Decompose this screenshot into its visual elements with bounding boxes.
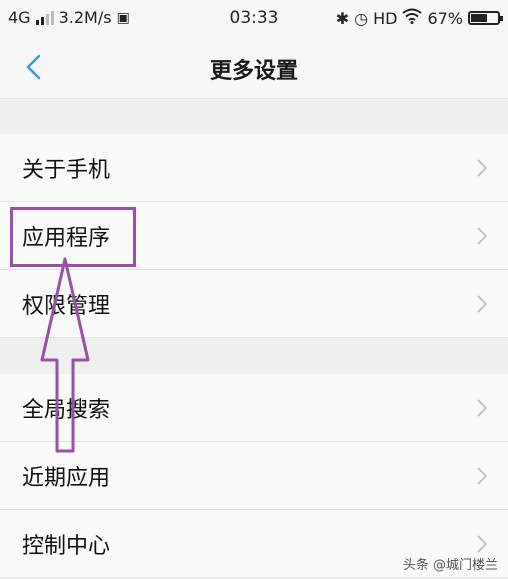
wifi-icon: [402, 8, 423, 28]
list-item-label: 权限管理: [22, 294, 111, 319]
alarm-icon: ◷: [354, 8, 369, 28]
battery-percent: 67%: [427, 8, 463, 28]
section-divider: [0, 99, 508, 134]
list-item-permissions[interactable]: 权限管理: [0, 270, 508, 338]
bluetooth-icon: ✱: [335, 8, 350, 28]
hd-label: HD: [373, 8, 398, 28]
list-item-label: 关于手机: [22, 158, 111, 183]
chevron-right-icon: [477, 535, 488, 553]
list-item-global-search[interactable]: 全局搜索: [0, 374, 508, 442]
watermark: 头条 @城门楼兰: [402, 558, 498, 573]
list-item-label: 应用程序: [22, 226, 111, 251]
nav-bar: 更多设置: [0, 36, 508, 99]
list-item-label: 近期应用: [22, 466, 111, 491]
list-item-applications[interactable]: 应用程序: [0, 202, 508, 270]
chevron-right-icon: [477, 399, 488, 417]
chevron-right-icon: [477, 295, 488, 313]
list-item-recent-apps[interactable]: 近期应用: [0, 442, 508, 510]
section-divider: [0, 338, 508, 374]
list-item-label: 控制中心: [22, 534, 111, 559]
chevron-right-icon: [477, 467, 488, 485]
status-bar: 4G 3.2M/s ▣ 03:33 ✱ ◷ HD 67%: [0, 0, 508, 36]
list-item-label: 全局搜索: [22, 398, 111, 423]
chevron-right-icon: [477, 227, 488, 245]
battery-icon: [468, 11, 503, 25]
chevron-right-icon: [477, 159, 488, 177]
list-item-about-phone[interactable]: 关于手机: [0, 134, 508, 202]
page-title: 更多设置: [209, 59, 298, 84]
status-right: ✱ ◷ HD 67%: [335, 8, 503, 28]
